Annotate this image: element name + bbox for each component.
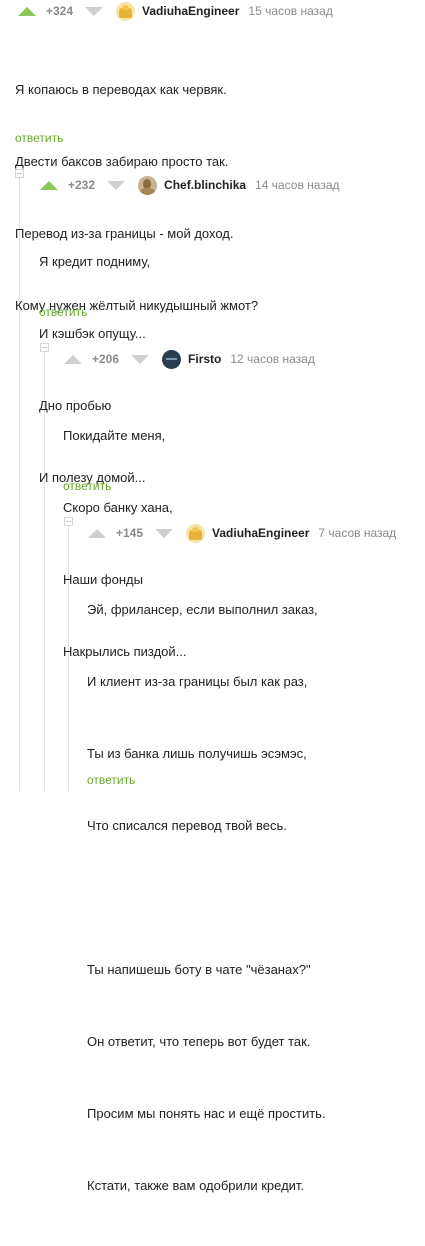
avatar[interactable] <box>116 1 136 21</box>
comment-line <box>87 886 326 910</box>
comment-rating: +324 <box>46 4 74 18</box>
timestamp: 7 часов назад <box>318 526 397 540</box>
comment-line: Скоро банку хана, <box>63 500 173 515</box>
downvote-icon[interactable] <box>107 180 126 190</box>
comment-line: Он ответит, что теперь вот будет так. <box>87 1034 311 1049</box>
comment-rating: +232 <box>68 178 96 192</box>
comment-line: Я кредит подниму, <box>39 254 151 269</box>
comment-header: +206 Firsto 12 часов назад <box>64 348 315 370</box>
downvote-icon[interactable] <box>131 354 150 364</box>
username[interactable]: Chef.blinchika <box>164 178 246 192</box>
username[interactable]: Firsto <box>188 352 221 366</box>
comment-header: +324 VadiuhaEngineer 15 часов назад <box>18 0 333 22</box>
comment-text: Эй, фрилансер, если выполнил заказ, И кл… <box>87 550 326 1246</box>
timestamp: 15 часов назад <box>248 4 333 18</box>
comment-rating: +206 <box>92 352 120 366</box>
avatar[interactable] <box>162 349 182 369</box>
comment-line: Ты из банка лишь получишь эсэмэс, <box>87 746 307 761</box>
reply-link[interactable]: ответить <box>39 305 87 319</box>
timestamp: 14 часов назад <box>255 178 340 192</box>
comment-line: Двести баксов забираю просто так. <box>15 154 229 169</box>
downvote-icon[interactable] <box>155 528 174 538</box>
comment-line: Я копаюсь в переводах как червяк. <box>15 82 227 97</box>
comment-line: И кэшбэк опущу... <box>39 326 146 341</box>
reply-link[interactable]: ответить <box>87 773 135 787</box>
upvote-icon[interactable] <box>88 528 106 538</box>
comment-line: И клиент из-за границы был как раз, <box>87 674 308 689</box>
comment-line: Что списался перевод твой весь. <box>87 818 287 833</box>
upvote-icon[interactable] <box>64 354 82 364</box>
reply-link[interactable]: ответить <box>15 131 63 145</box>
comment-header: +232 Chef.blinchika 14 часов назад <box>40 174 340 196</box>
comment-rating: +145 <box>116 526 144 540</box>
reply-link[interactable]: ответить <box>63 479 111 493</box>
downvote-icon[interactable] <box>85 6 104 16</box>
upvote-icon[interactable] <box>40 180 58 190</box>
comment-line: Эй, фрилансер, если выполнил заказ, <box>87 602 318 617</box>
username[interactable]: VadiuhaEngineer <box>212 526 309 540</box>
avatar[interactable] <box>186 523 206 543</box>
timestamp: 12 часов назад <box>230 352 315 366</box>
comment-line: Покидайте меня, <box>63 428 166 443</box>
upvote-icon[interactable] <box>18 6 36 16</box>
comment-line: Просим мы понять нас и ещё простить. <box>87 1106 326 1121</box>
comment-header: +145 VadiuhaEngineer 7 часов назад <box>88 522 396 544</box>
comment-line: Ты напишешь боту в чате "чёзанах?" <box>87 962 311 977</box>
username[interactable]: VadiuhaEngineer <box>142 4 239 18</box>
comment-line: Кстати, также вам одобрили кредит. <box>87 1178 305 1193</box>
avatar[interactable] <box>138 175 158 195</box>
